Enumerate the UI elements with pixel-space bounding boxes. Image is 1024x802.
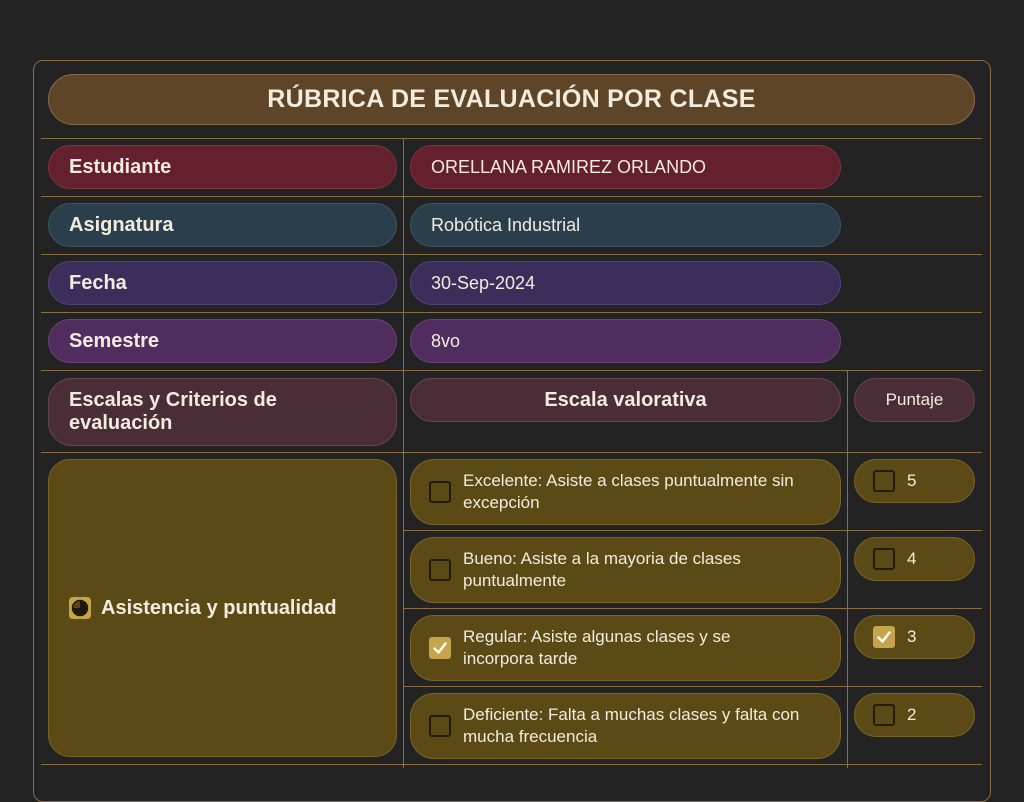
option-bueno[interactable]: Bueno: Asiste a la mayoria de clases pun… <box>410 537 841 603</box>
score-checkbox[interactable] <box>873 470 895 492</box>
fecha-label: Fecha <box>48 261 397 305</box>
estudiante-label: Estudiante <box>48 145 397 189</box>
semestre-label: Semestre <box>48 319 397 363</box>
divider <box>41 254 982 255</box>
checkmark-icon <box>877 631 891 643</box>
divider <box>403 138 404 768</box>
score-value: 5 <box>907 471 917 490</box>
page-title: RÚBRICA DE EVALUACIÓN POR CLASE <box>48 74 975 125</box>
score-header: Puntaje <box>854 378 975 422</box>
option-excelente[interactable]: Excelente: Asiste a clases puntualmente … <box>410 459 841 525</box>
option-checkbox[interactable] <box>429 481 451 503</box>
score-value: 2 <box>907 705 917 724</box>
divider <box>847 370 848 768</box>
criterion-label: Asistencia y puntualidad <box>101 596 337 619</box>
option-text: Excelente: Asiste a clases puntualmente … <box>463 471 794 512</box>
divider <box>41 370 982 371</box>
option-checkbox[interactable] <box>429 559 451 581</box>
divider <box>403 686 982 687</box>
divider <box>41 764 982 765</box>
scale-header: Escala valorativa <box>410 378 841 422</box>
estudiante-value: ORELLANA RAMIREZ ORLANDO <box>410 145 841 189</box>
score-value: 3 <box>907 627 917 646</box>
score-value: 4 <box>907 549 917 568</box>
option-text: Bueno: Asiste a la mayoria de clases pun… <box>463 549 741 590</box>
asignatura-value: Robótica Industrial <box>410 203 841 247</box>
pie-chart-icon <box>69 597 91 619</box>
option-checkbox[interactable] <box>429 715 451 737</box>
option-regular[interactable]: Regular: Asiste algunas clases y se inco… <box>410 615 841 681</box>
divider <box>403 608 982 609</box>
divider <box>41 138 982 139</box>
criteria-header: Escalas y Criterios de evaluación <box>48 378 397 446</box>
score-option-3[interactable]: 3 <box>854 615 975 659</box>
divider <box>403 530 982 531</box>
checkmark-icon <box>433 642 447 654</box>
divider <box>41 312 982 313</box>
fecha-value: 30-Sep-2024 <box>410 261 841 305</box>
score-option-5[interactable]: 5 <box>854 459 975 503</box>
score-option-2[interactable]: 2 <box>854 693 975 737</box>
criterion-cell: Asistencia y puntualidad <box>48 459 397 757</box>
score-checkbox-checked[interactable] <box>873 626 895 648</box>
semestre-value: 8vo <box>410 319 841 363</box>
score-checkbox[interactable] <box>873 548 895 570</box>
divider <box>41 196 982 197</box>
score-option-4[interactable]: 4 <box>854 537 975 581</box>
divider <box>41 452 982 453</box>
asignatura-label: Asignatura <box>48 203 397 247</box>
option-text: Deficiente: Falta a muchas clases y falt… <box>463 705 800 746</box>
score-checkbox[interactable] <box>873 704 895 726</box>
option-deficiente[interactable]: Deficiente: Falta a muchas clases y falt… <box>410 693 841 759</box>
option-text: Regular: Asiste algunas clases y se inco… <box>463 627 731 668</box>
option-checkbox-checked[interactable] <box>429 637 451 659</box>
